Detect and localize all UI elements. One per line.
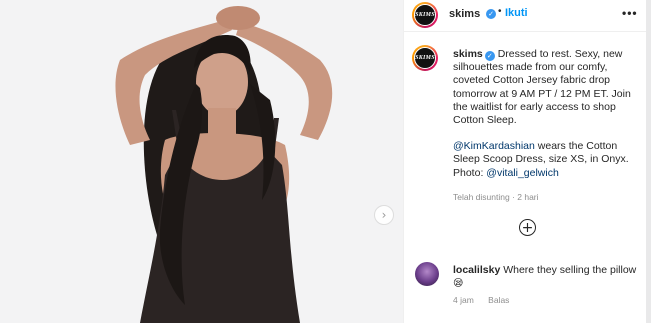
caption-author-avatar[interactable]: SKIMS (412, 45, 438, 71)
caption-timestamp: Telah disunting · 2 hari (453, 192, 539, 202)
verified-icon: ✓ (484, 51, 495, 61)
comment-meta: 4 jam Balas (453, 295, 521, 305)
post-caption: skims ✓ Dressed to rest. Sexy, new silhou… (453, 48, 639, 193)
reply-button[interactable]: Balas (488, 295, 509, 305)
post-side-panel: SKIMS skims ✓ • Ikuti ••• SKIMS skims ✓ D… (403, 0, 646, 323)
avatar-logo-text: SKIMS (415, 12, 435, 18)
author-username[interactable]: skims (449, 8, 480, 20)
mention-link-kim[interactable]: @KimKardashian (453, 140, 535, 152)
caption-username[interactable]: skims (453, 48, 483, 60)
post-header: SKIMS skims ✓ • Ikuti ••• (404, 0, 646, 30)
more-options-icon[interactable]: ••• (622, 6, 638, 20)
comment-time: 4 jam (453, 295, 474, 305)
verified-icon: ✓ (486, 9, 496, 19)
photo-illustration (0, 0, 403, 323)
author-avatar[interactable]: SKIMS (412, 2, 438, 28)
follow-button[interactable]: Ikuti (505, 7, 528, 19)
commenter-username[interactable]: localilsky (453, 264, 500, 276)
comment-item: localilsky Where they selling the pillow… (453, 264, 643, 290)
avatar-logo-text: SKIMS (415, 55, 435, 61)
comment-emoji: 😪 (453, 278, 464, 289)
header-divider (404, 31, 646, 32)
next-photo-button[interactable]: › (374, 205, 394, 225)
mention-link-photographer[interactable]: @vitali_gelwich (486, 167, 559, 179)
post-photo: › (0, 0, 403, 323)
post-modal: › SKIMS skims ✓ • Ikuti ••• SKIMS skims ✓… (0, 0, 646, 323)
commenter-avatar[interactable] (415, 262, 439, 286)
separator-dot: • (498, 6, 502, 17)
comment-text: Where they selling the pillow (503, 264, 637, 276)
add-icon[interactable]: + (519, 219, 536, 236)
